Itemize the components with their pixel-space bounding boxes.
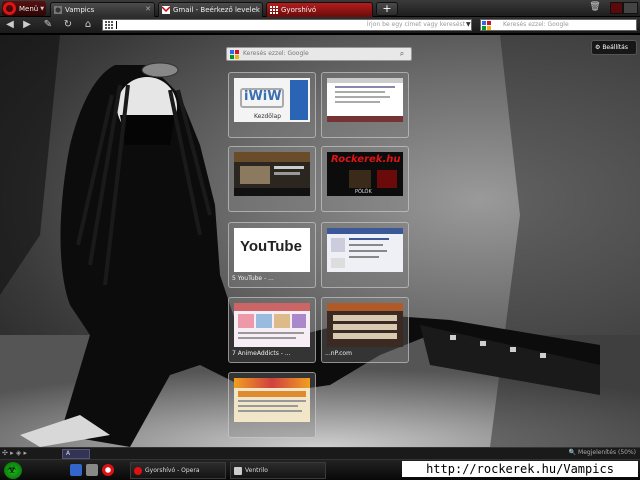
quicklaunch-ie-icon[interactable]: [70, 464, 82, 476]
dial-thumbnail: [234, 152, 310, 196]
tab-speed-dial[interactable]: Gyorshívó: [266, 2, 373, 17]
back-button[interactable]: ◀: [3, 19, 17, 32]
gmail-favicon-icon: [162, 6, 170, 14]
pencil-icon: ✎: [43, 19, 53, 30]
status-bar: ✣ ▸ ◈ ▸ A 🔍 Megjelenítés (50%): [0, 447, 640, 459]
arrow-left-icon: ◀: [6, 19, 14, 30]
dial-thumbnail: [327, 303, 403, 347]
watermark-text: http://rockerek.hu/Vampics: [402, 461, 638, 477]
search-input[interactable]: Keresés ezzel: Google: [480, 19, 637, 31]
tab-bar: Menü ▼ Vampics ✕ Gmail - Beérkező levele…: [0, 0, 640, 17]
speed-dial-item-youtube[interactable]: YouTube 5 YouTube - ...: [228, 222, 316, 288]
speed-dial-search[interactable]: Keresés ezzel: Google ⌕: [226, 47, 412, 61]
speed-dial-item-3[interactable]: [228, 146, 316, 212]
opera-logo-icon: [3, 2, 16, 15]
gear-icon: ⚙: [595, 44, 601, 51]
view-toggle[interactable]: A: [62, 449, 90, 459]
start-button[interactable]: ☣: [4, 462, 22, 479]
menu-button[interactable]: Menü ▼: [2, 1, 46, 16]
speed-dial-item-iwiw[interactable]: iWiW Kezdőlap: [228, 72, 316, 138]
menu-label: Menü: [19, 4, 39, 13]
tab-title: Gyorshívó: [281, 6, 317, 14]
quicklaunch-opera-icon[interactable]: [102, 464, 114, 476]
search-icon[interactable]: ⌕: [395, 49, 409, 59]
panel-toggle-icons[interactable]: ✣ ▸ ◈ ▸: [2, 449, 27, 457]
forward-button[interactable]: ▶: [20, 19, 34, 32]
tab-vampics[interactable]: Vampics ✕: [50, 2, 155, 17]
speed-dial-grid-icon: [270, 6, 278, 14]
rockerek-subtitle: PÓLÓK: [355, 189, 372, 195]
close-icon[interactable]: ✕: [145, 5, 151, 13]
task-label: Ventrilo: [245, 467, 268, 474]
dial-label: 7 AnimeAddicts - ...: [232, 350, 291, 357]
dial-label: ...nP.com: [325, 350, 352, 357]
arrow-right-icon: ▶: [23, 19, 31, 30]
zoom-control[interactable]: 🔍 Megjelenítés (50%): [569, 449, 636, 456]
vampics-favicon-icon: [54, 6, 62, 14]
new-tab-button[interactable]: +: [376, 2, 398, 16]
iwiw-subtitle: Kezdőlap: [254, 113, 282, 120]
chevron-down-icon[interactable]: ▼: [466, 21, 471, 28]
magnifier-icon: 🔍: [568, 449, 577, 456]
settings-label: Beállítás: [602, 44, 628, 51]
dial-thumbnail: [234, 303, 310, 347]
biohazard-icon: ☣: [7, 463, 17, 476]
taskbar-item-ventrilo[interactable]: Ventrilo: [230, 462, 326, 479]
youtube-logo-text: YouTube: [240, 238, 302, 255]
speed-dial-page: Keresés ezzel: Google ⌕ ⚙ Beállítás iWiW…: [0, 35, 640, 447]
ventrilo-icon: [234, 467, 242, 475]
google-icon: [230, 50, 239, 59]
reload-icon: ↻: [63, 19, 73, 30]
speed-dial-item-9[interactable]: [228, 372, 316, 438]
home-button[interactable]: ⌂: [81, 19, 95, 32]
address-toolbar: ◀ ▶ ✎ ↻ ⌂ Írjon be egy címet vagy keresé…: [0, 17, 640, 34]
dial-thumbnail: iWiW Kezdőlap: [234, 78, 310, 122]
home-icon: ⌂: [84, 19, 92, 30]
opera-icon: [134, 467, 142, 475]
address-input[interactable]: Írjon be egy címet vagy keresést: [102, 19, 472, 31]
text-caret: [116, 21, 117, 29]
speed-dial-item-facebook[interactable]: [321, 222, 409, 288]
speed-dial-item-2[interactable]: [321, 72, 409, 138]
dial-thumbnail: [234, 378, 310, 422]
quicklaunch-app-icon[interactable]: [86, 464, 98, 476]
dial-thumbnail: [327, 78, 403, 122]
speed-dial-item-8[interactable]: ...nP.com: [321, 297, 409, 363]
address-placeholder: Írjon be egy címet vagy keresést: [366, 21, 465, 28]
dial-thumbnail: Rockerek.hu PÓLÓK: [327, 152, 403, 196]
tab-gmail[interactable]: Gmail - Beérkező levelek ...: [158, 2, 263, 17]
dial-thumbnail: [327, 228, 403, 272]
speed-dial-item-rockerek[interactable]: Rockerek.hu PÓLÓK: [321, 146, 409, 212]
window-restore-button[interactable]: [623, 2, 638, 14]
speed-dial-search-input[interactable]: Keresés ezzel: Google: [243, 49, 393, 59]
rockerek-logo-text: Rockerek.hu: [331, 154, 401, 165]
task-label: Gyorshívó - Opera: [145, 467, 200, 474]
window-minimize-button[interactable]: [610, 2, 623, 14]
view-toggle-value: A: [66, 450, 71, 457]
google-icon: [482, 21, 491, 30]
speed-dial-item-animeaddicts[interactable]: 7 AnimeAddicts - ...: [228, 297, 316, 363]
dial-thumbnail: YouTube: [234, 228, 310, 272]
dial-label: 5 YouTube - ...: [232, 275, 274, 282]
grid-icon: [105, 21, 113, 29]
trash-icon[interactable]: 🗑: [588, 2, 602, 15]
chevron-down-icon: ▼: [40, 5, 45, 12]
search-placeholder: Keresés ezzel: Google: [503, 21, 569, 28]
edit-button[interactable]: ✎: [41, 19, 55, 32]
iwiw-logo-text: iWiW: [244, 89, 282, 104]
wallpaper-image: [0, 35, 640, 447]
reload-button[interactable]: ↻: [61, 19, 75, 32]
speed-dial-settings-button[interactable]: ⚙ Beállítás: [591, 40, 637, 55]
zoom-label: Megjelenítés (50%): [578, 449, 636, 456]
taskbar-item-opera[interactable]: Gyorshívó - Opera: [130, 462, 226, 479]
tab-title: Vampics: [65, 6, 95, 14]
tab-title: Gmail - Beérkező levelek ...: [173, 6, 262, 14]
